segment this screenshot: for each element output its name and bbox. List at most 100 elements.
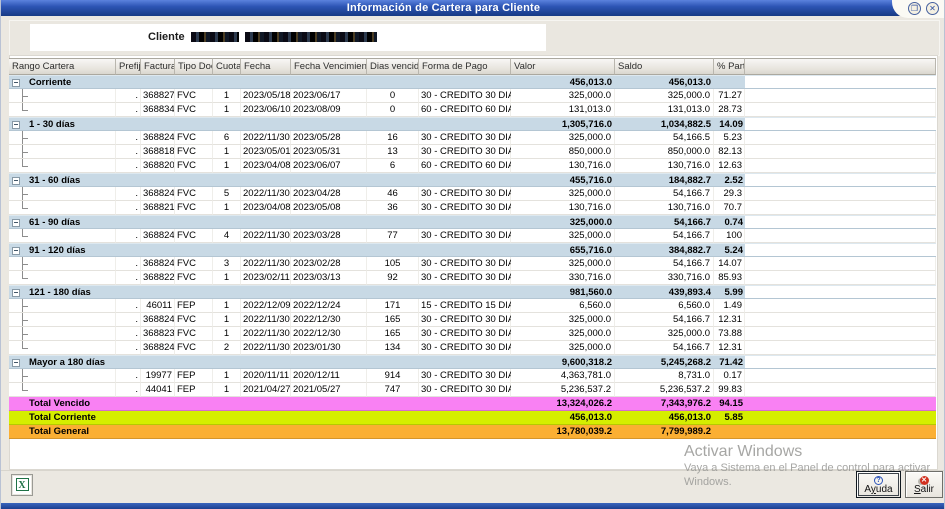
exit-button[interactable]: ✕ Salir xyxy=(905,471,943,498)
group-row[interactable]: 121 - 180 días981,560.0439,893.45.99 xyxy=(9,285,936,299)
cell-dias: 77 xyxy=(367,229,419,243)
cell-vencimiento: 2023/05/31 xyxy=(291,145,367,159)
invoice-row[interactable]: .368824FVC12022/11/302022/12/3016530 - C… xyxy=(9,313,936,327)
total-saldo: 7,799,989.2 xyxy=(615,425,714,439)
column-header-7[interactable]: Dias vencidos xyxy=(367,58,419,75)
close-icon[interactable]: ✕ xyxy=(926,2,939,15)
cell-tipo: FVC xyxy=(175,229,213,243)
cell-fecha: 2022/11/30 xyxy=(241,313,291,327)
collapse-icon[interactable] xyxy=(12,289,20,297)
group-valor: 456,013.0 xyxy=(511,75,615,89)
cell-part: 1.49 xyxy=(714,299,745,313)
cell-cuota: 6 xyxy=(213,131,241,145)
cell-valor: 6,560.0 xyxy=(511,299,615,313)
cell-prefijo: . xyxy=(116,201,141,215)
collapse-icon[interactable] xyxy=(12,121,20,129)
group-row[interactable]: Mayor a 180 días9,600,318.25,245,268.271… xyxy=(9,355,936,369)
client-field[interactable]: Cliente xyxy=(30,24,546,51)
cell-cuota: 5 xyxy=(213,187,241,201)
column-header-9[interactable]: Valor xyxy=(511,58,615,75)
cell-forma: 30 - CREDITO 30 DIAS xyxy=(419,383,511,397)
tree-connector-icon xyxy=(9,341,116,355)
invoice-row[interactable]: .19977FEP12020/11/112020/12/1191430 - CR… xyxy=(9,369,936,383)
tree-connector-icon xyxy=(9,103,116,117)
collapse-icon[interactable] xyxy=(12,219,20,227)
cell-vencimiento: 2023/01/30 xyxy=(291,341,367,355)
cell-factura: 368821 xyxy=(141,201,175,215)
cell-saldo: 54,166.7 xyxy=(615,257,714,271)
group-row[interactable]: 1 - 30 días1,305,716.01,034,882.514.09 xyxy=(9,117,936,131)
collapse-icon[interactable] xyxy=(12,79,20,87)
invoice-row[interactable]: .368822FVC12023/02/112023/03/139230 - CR… xyxy=(9,271,936,285)
help-button-label: Ayuda xyxy=(857,484,900,496)
invoice-row[interactable]: .368821FVC12023/04/082023/05/083630 - CR… xyxy=(9,201,936,215)
cell-factura: 368834 xyxy=(141,103,175,117)
collapse-icon[interactable] xyxy=(12,247,20,255)
group-label: 1 - 30 días xyxy=(29,119,75,130)
cell-cuota: 1 xyxy=(213,145,241,159)
invoice-row[interactable]: .368818FVC12023/05/012023/05/311330 - CR… xyxy=(9,145,936,159)
cell-factura: 368824 xyxy=(141,187,175,201)
cell-tipo: FVC xyxy=(175,341,213,355)
title-bar[interactable]: Información de Cartera para Cliente xyxy=(1,0,945,16)
cell-fecha: 2021/04/27 xyxy=(241,383,291,397)
group-saldo: 439,893.4 xyxy=(615,285,714,299)
invoice-row[interactable]: .368823FVC12022/11/302022/12/3016530 - C… xyxy=(9,327,936,341)
column-header-2[interactable]: Factura xyxy=(141,58,175,75)
export-excel-button[interactable]: X xyxy=(11,474,33,496)
group-saldo: 456,013.0 xyxy=(615,75,714,89)
invoice-row[interactable]: .368824FVC52022/11/302023/04/284630 - CR… xyxy=(9,187,936,201)
cell-forma: 30 - CREDITO 30 DIAS xyxy=(419,257,511,271)
maximize-icon[interactable]: ❐ xyxy=(908,2,921,15)
total-row[interactable]: Total Corriente456,013.0456,013.05.85 xyxy=(9,411,936,425)
column-header-12[interactable] xyxy=(745,58,936,75)
cell-valor: 325,000.0 xyxy=(511,257,615,271)
group-row[interactable]: 91 - 120 días655,716.0384,882.75.24 xyxy=(9,243,936,257)
group-row[interactable]: Corriente456,013.0456,013.0 xyxy=(9,75,936,89)
column-header-3[interactable]: Tipo Doc. xyxy=(175,58,213,75)
invoice-row[interactable]: .368824FVC62022/11/302023/05/281630 - CR… xyxy=(9,131,936,145)
invoice-row[interactable]: .368824FVC22022/11/302023/01/3013430 - C… xyxy=(9,341,936,355)
cell-dias: 16 xyxy=(367,131,419,145)
cell-prefijo: . xyxy=(116,229,141,243)
column-header-11[interactable]: % Part. xyxy=(714,58,745,75)
group-valor: 455,716.0 xyxy=(511,173,615,187)
collapse-icon[interactable] xyxy=(12,177,20,185)
invoice-row[interactable]: .44041FEP12021/04/272021/05/2774730 - CR… xyxy=(9,383,936,397)
column-header-5[interactable]: Fecha xyxy=(241,58,291,75)
collapse-icon[interactable] xyxy=(12,359,20,367)
total-row[interactable]: Total Vencido13,324,026.27,343,976.294.1… xyxy=(9,397,936,411)
cell-saldo: 325,000.0 xyxy=(615,327,714,341)
cell-forma: 30 - CREDITO 30 DIAS xyxy=(419,327,511,341)
total-label: Total Corriente xyxy=(9,411,116,425)
cell-factura: 368818 xyxy=(141,145,175,159)
invoice-row[interactable]: .368824FVC32022/11/302023/02/2810530 - C… xyxy=(9,257,936,271)
invoice-row[interactable]: .368827FVC12023/05/182023/06/17030 - CRE… xyxy=(9,89,936,103)
column-header-0[interactable]: Rango Cartera xyxy=(9,58,116,75)
group-part xyxy=(714,75,745,89)
window-title: Información de Cartera para Cliente xyxy=(1,1,886,16)
total-row[interactable]: Total General13,780,039.27,799,989.2 xyxy=(9,425,936,439)
column-header-10[interactable]: Saldo xyxy=(615,58,714,75)
invoice-row[interactable]: .368834FVC12023/06/102023/08/09060 - CRE… xyxy=(9,103,936,117)
column-header-1[interactable]: Prefijo xyxy=(116,58,141,75)
cell-fecha: 2020/11/11 xyxy=(241,369,291,383)
cell-cuota: 1 xyxy=(213,159,241,173)
column-header-4[interactable]: Cuota xyxy=(213,58,241,75)
cell-forma: 15 - CREDITO 15 DIAS xyxy=(419,299,511,313)
cell-prefijo: . xyxy=(116,383,141,397)
invoice-row[interactable]: .368820FVC12023/04/082023/06/07660 - CRE… xyxy=(9,159,936,173)
invoice-row[interactable]: .46011FEP12022/12/092022/12/2417115 - CR… xyxy=(9,299,936,313)
group-row[interactable]: 61 - 90 días325,000.054,166.70.74 xyxy=(9,215,936,229)
group-part: 5.99 xyxy=(714,285,745,299)
cell-fecha: 2022/11/30 xyxy=(241,327,291,341)
invoice-row[interactable]: .368824FVC42022/11/302023/03/287730 - CR… xyxy=(9,229,936,243)
column-header-6[interactable]: Fecha Vencimiento xyxy=(291,58,367,75)
cell-saldo: 54,166.5 xyxy=(615,131,714,145)
cell-saldo: 54,166.7 xyxy=(615,187,714,201)
column-header-8[interactable]: Forma de Pago xyxy=(419,58,511,75)
help-button[interactable]: ? Ayuda xyxy=(856,471,901,498)
cell-cuota: 1 xyxy=(213,103,241,117)
group-row[interactable]: 31 - 60 días455,716.0184,882.72.52 xyxy=(9,173,936,187)
cell-prefijo: . xyxy=(116,327,141,341)
